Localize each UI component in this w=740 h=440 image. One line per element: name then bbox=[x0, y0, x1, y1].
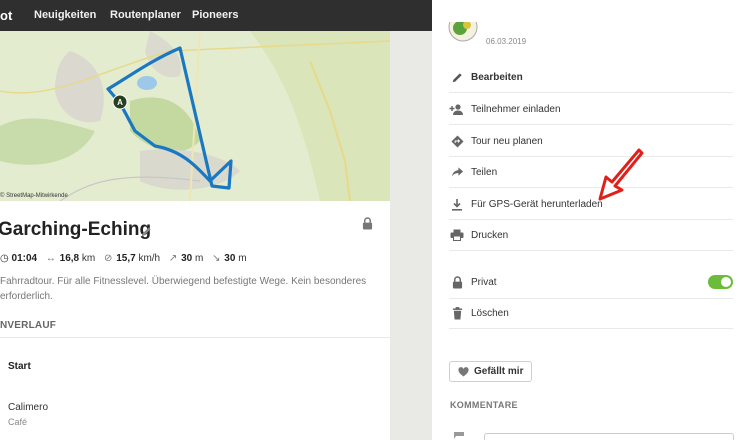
downhill-value: 30 bbox=[224, 253, 236, 264]
comment-icon bbox=[454, 432, 464, 439]
menu-private-label: Privat bbox=[471, 277, 497, 288]
lock-icon bbox=[449, 275, 465, 291]
private-toggle[interactable] bbox=[708, 275, 733, 289]
uphill-value: 30 bbox=[181, 253, 193, 264]
duration-value: 01:04 bbox=[11, 253, 38, 264]
menu-delete[interactable]: Löschen bbox=[449, 298, 733, 329]
tour-description: Fahrradtour. Für alle Fitnesslevel. Über… bbox=[0, 276, 367, 302]
menu-replan-label: Tour neu planen bbox=[471, 135, 543, 147]
nav-routenplaner[interactable]: Routenplaner bbox=[110, 9, 181, 21]
speed-icon: ⊘ bbox=[104, 253, 113, 264]
brand-logo[interactable]: ot bbox=[0, 8, 12, 23]
heart-icon bbox=[458, 366, 469, 377]
menu-invite-label: Teilnehmer einladen bbox=[471, 103, 561, 115]
menu-share[interactable]: Teilen bbox=[449, 157, 733, 188]
menu-print[interactable]: Drucken bbox=[449, 220, 733, 251]
section-heading-verlauf: NVERLAUF bbox=[0, 320, 57, 331]
tour-map[interactable]: A bbox=[0, 31, 390, 201]
menu-delete-label: Löschen bbox=[471, 308, 509, 319]
like-button-label: Gefällt mir bbox=[474, 366, 524, 377]
owner-avatar[interactable] bbox=[448, 22, 478, 44]
nav-neuigkeiten[interactable]: Neuigkeiten bbox=[34, 9, 96, 21]
print-icon bbox=[449, 227, 465, 243]
waypoint-type: Café bbox=[8, 417, 28, 427]
like-button[interactable]: Gefällt mir bbox=[449, 361, 533, 382]
lock-icon bbox=[362, 217, 373, 230]
divider bbox=[0, 337, 390, 338]
download-icon bbox=[449, 196, 465, 212]
trash-icon bbox=[449, 306, 465, 322]
tour-card: A © StreetMap-Mitwirkende Garching-Echin… bbox=[0, 31, 390, 440]
duration-icon: ◷ bbox=[0, 253, 9, 264]
menu-private: Privat bbox=[449, 267, 733, 298]
tour-title: Garching-Eching bbox=[0, 219, 152, 240]
downhill-unit: m bbox=[238, 253, 247, 264]
comment-input[interactable] bbox=[484, 433, 734, 440]
menu-invite[interactable]: Teilnehmer einladen bbox=[449, 94, 733, 125]
menu-replan[interactable]: Tour neu planen bbox=[449, 126, 733, 157]
pencil-icon bbox=[449, 69, 465, 85]
owner-date: 06.03.2019 bbox=[486, 37, 527, 46]
distance-unit: km bbox=[81, 253, 96, 264]
menu-download-gps-label: Für GPS-Gerät herunterladen bbox=[471, 198, 603, 210]
nav-pioneers[interactable]: Pioneers bbox=[192, 9, 238, 21]
directions-icon bbox=[449, 133, 465, 149]
distance-icon: ↔ bbox=[45, 253, 56, 264]
menu-share-label: Teilen bbox=[471, 166, 498, 178]
tour-stats: ◷ 01:04 ↔ 16,8 km ⊘ 15,7 km/h ↗ 30 m ↘ 3… bbox=[0, 253, 247, 264]
share-icon bbox=[449, 164, 465, 180]
menu-print-label: Drucken bbox=[471, 229, 509, 241]
waypoint-start[interactable]: Start bbox=[8, 361, 31, 372]
add-person-icon bbox=[449, 101, 465, 117]
speed-unit: km/h bbox=[138, 253, 161, 264]
distance-value: 16,8 bbox=[59, 253, 80, 264]
menu-edit-label: Bearbeiten bbox=[471, 71, 523, 83]
comments-heading: KOMMENTARE bbox=[450, 400, 518, 410]
map-attribution: © StreetMap-Mitwirkende bbox=[0, 193, 68, 199]
start-marker-label: A bbox=[117, 98, 123, 107]
uphill-unit: m bbox=[194, 253, 204, 264]
menu-edit[interactable]: Bearbeiten bbox=[449, 62, 733, 93]
speed-value: 15,7 bbox=[116, 253, 136, 264]
edit-title-icon[interactable] bbox=[140, 225, 153, 238]
downhill-icon: ↘ bbox=[212, 253, 221, 264]
waypoint-name[interactable]: Calimero bbox=[8, 402, 48, 413]
uphill-icon: ↗ bbox=[168, 253, 178, 264]
annotation-arrow-icon bbox=[598, 148, 644, 201]
menu-download-gps[interactable]: Für GPS-Gerät herunterladen bbox=[449, 189, 733, 220]
